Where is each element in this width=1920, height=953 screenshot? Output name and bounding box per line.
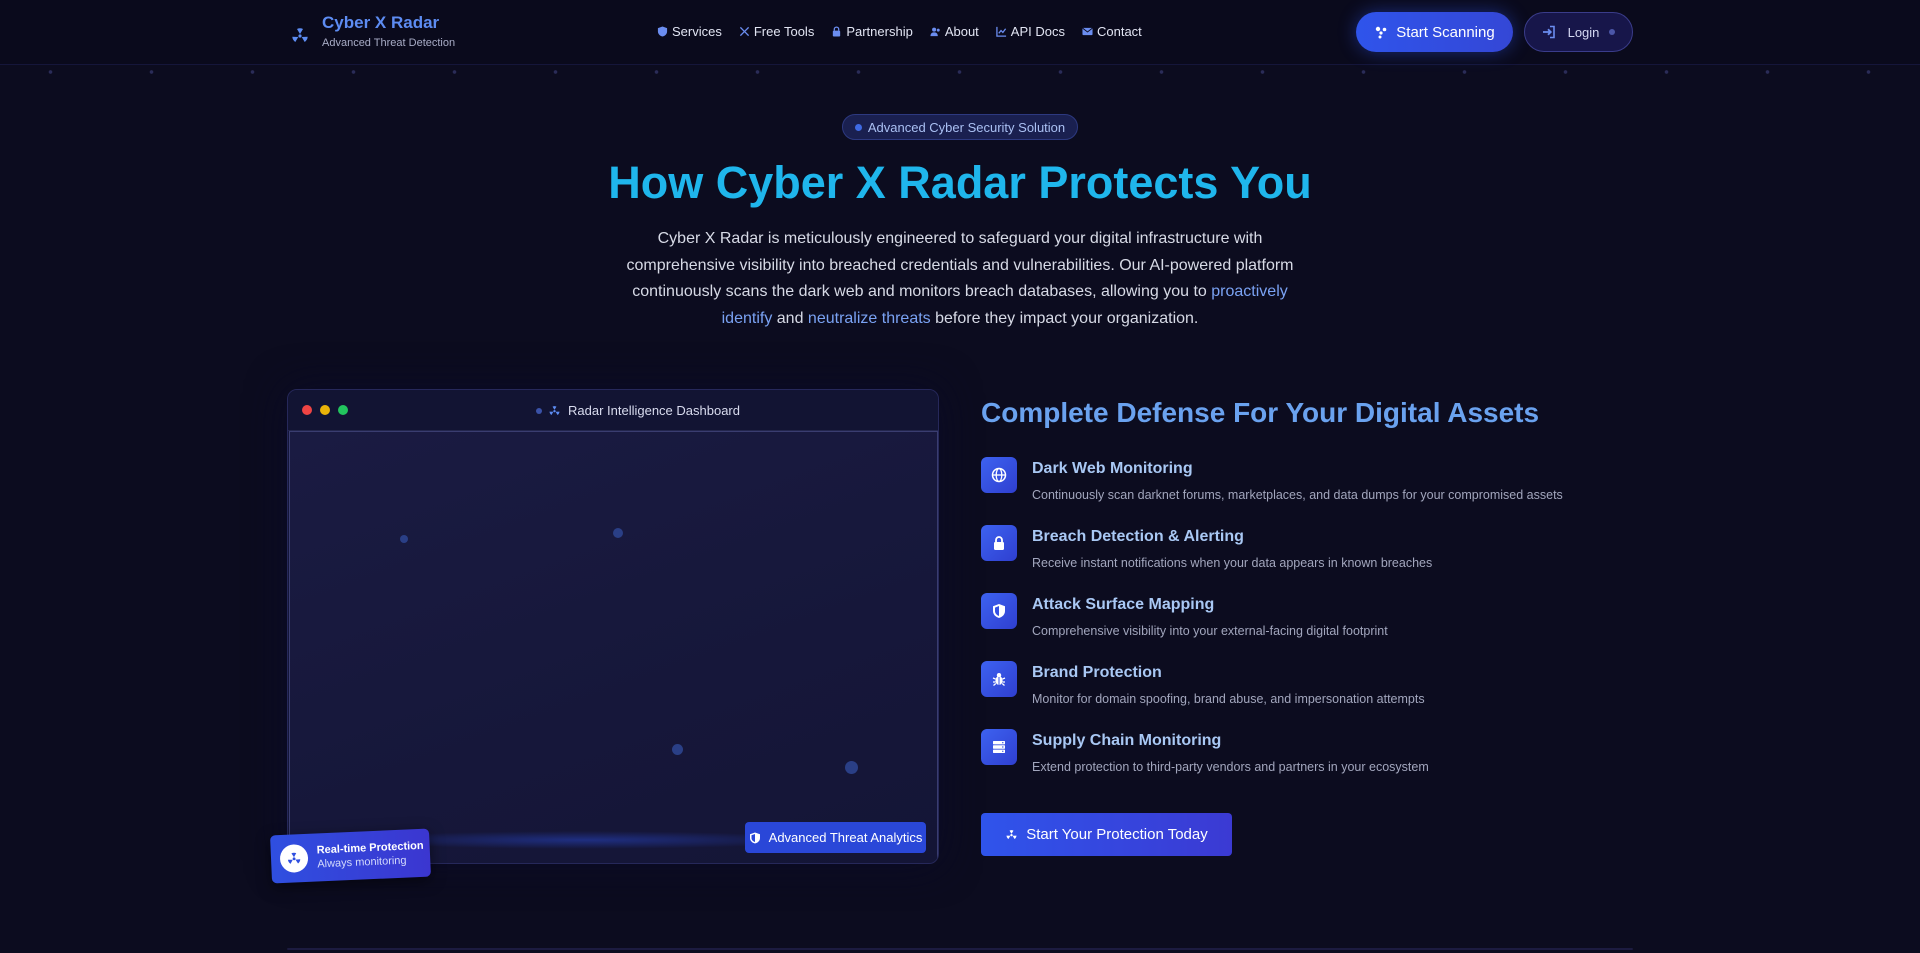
brand-logo[interactable]: Cyber X Radar Advanced Threat Detection (290, 12, 455, 50)
nav-label: Contact (1096, 24, 1142, 39)
nav-services[interactable]: Services (657, 24, 722, 39)
hero-desc-part3: before they impact your organization. (930, 309, 1199, 327)
radar-blip (400, 535, 408, 543)
shield-icon (981, 593, 1017, 629)
envelope-icon (1082, 27, 1093, 36)
window-maximize-dot (338, 405, 348, 415)
radiation-icon (549, 406, 560, 416)
feature-brand-protection: Brand Protection Monitor for domain spoo… (981, 661, 1601, 713)
feature-dark-web-monitoring: Dark Web Monitoring Continuously scan da… (981, 457, 1601, 509)
feature-supply-chain-monitoring: Supply Chain Monitoring Extend protectio… (981, 729, 1601, 781)
nav-label: Free Tools (753, 24, 815, 39)
hero-desc-part2: and (772, 309, 808, 327)
nav-api-docs[interactable]: API Docs (996, 24, 1065, 39)
start-protection-button[interactable]: Start Your Protection Today (981, 813, 1232, 856)
feature-title: Supply Chain Monitoring (1032, 732, 1222, 749)
radar-blip (613, 528, 623, 538)
feature-description: Extend protection to third-party vendors… (1032, 760, 1429, 774)
nav-label: API Docs (1010, 24, 1065, 39)
hero-desc-highlight-2: neutralize threats (807, 309, 931, 327)
login-label: Login (1567, 24, 1600, 40)
feature-description: Receive instant notifications when your … (1032, 556, 1433, 570)
hero-description: Cyber X Radar is meticulously engineered… (610, 226, 1310, 332)
feature-breach-detection: Breach Detection & Alerting Receive inst… (981, 525, 1601, 577)
nav-about[interactable]: About (930, 24, 979, 39)
status-dot (1609, 29, 1616, 35)
globe-icon (981, 457, 1017, 493)
window-close-dot (302, 405, 312, 415)
brand-tagline: Advanced Threat Detection (322, 37, 456, 49)
login-button[interactable]: Login (1524, 12, 1633, 52)
radar-blip (845, 761, 858, 774)
feature-description: Continuously scan darknet forums, market… (1032, 488, 1563, 502)
brand-name: Cyber X Radar (322, 13, 440, 32)
feature-title: Breach Detection & Alerting (1032, 528, 1244, 545)
feature-description: Comprehensive visibility into your exter… (1032, 624, 1388, 638)
hero-desc-part1: Cyber X Radar is meticulously engineered… (626, 230, 1294, 300)
shield-icon (657, 26, 668, 37)
nav-free-tools[interactable]: Free Tools (739, 24, 814, 39)
chart-icon (996, 26, 1006, 37)
features-title: Complete Defense For Your Digital Assets (981, 397, 1540, 428)
radiation-icon (292, 28, 308, 42)
nav-label: About (944, 24, 979, 39)
dashboard-title-label: Radar Intelligence Dashboard (568, 403, 740, 418)
lock-icon (833, 26, 841, 37)
feature-title: Attack Surface Mapping (1032, 596, 1215, 613)
navbar: Cyber X Radar Advanced Threat Detection … (0, 0, 1920, 65)
badge-dot (854, 123, 862, 131)
hero-badge: Advanced Cyber Security Solution (842, 114, 1078, 140)
feature-description: Monitor for domain spoofing, brand abuse… (1032, 692, 1425, 706)
users-icon (930, 27, 940, 37)
advanced-threat-analytics-button[interactable]: Advanced Threat Analytics (745, 822, 926, 853)
start-scanning-button[interactable]: Start Scanning (1356, 12, 1513, 52)
window-minimize-dot (320, 405, 330, 415)
radar-blip (672, 744, 683, 755)
lock-icon (981, 525, 1017, 561)
cta-label: Start Your Protection Today (1026, 826, 1208, 843)
feature-attack-surface-mapping: Attack Surface Mapping Comprehensive vis… (981, 593, 1601, 645)
sign-in-icon (1542, 25, 1555, 39)
radiation-icon (279, 843, 309, 874)
radar-view: Advanced Threat Analytics (289, 431, 938, 863)
dashboard-title: Radar Intelligence Dashboard (536, 403, 740, 418)
realtime-protection-badge: Real-time Protection Always monitoring (270, 828, 431, 884)
nav-partnership[interactable]: Partnership (831, 24, 913, 39)
section-divider (287, 948, 1633, 950)
nav-label: Partnership (846, 24, 913, 39)
nav-contact[interactable]: Contact (1082, 24, 1142, 39)
tools-icon (739, 26, 749, 37)
server-icon (981, 729, 1017, 765)
hero-badge-label: Advanced Cyber Security Solution (867, 119, 1066, 135)
radar-icon (1376, 26, 1387, 39)
hero-title: How Cyber X Radar Protects You (608, 157, 1312, 208)
nav-label: Services (672, 24, 722, 39)
feature-title: Brand Protection (1032, 664, 1162, 681)
analytics-label: Advanced Threat Analytics (768, 830, 923, 845)
bug-icon (981, 661, 1017, 697)
radar-icon (1006, 830, 1017, 840)
radar-dashboard: Radar Intelligence Dashboard Advanced Th… (287, 389, 939, 864)
live-dot (536, 407, 542, 414)
feature-title: Dark Web Monitoring (1032, 460, 1193, 477)
shield-icon (749, 832, 760, 843)
grid-background (0, 70, 1920, 74)
start-scanning-label: Start Scanning (1396, 23, 1495, 41)
main-nav: Services Free Tools Partnership About AP… (657, 24, 1142, 39)
dashboard-titlebar: Radar Intelligence Dashboard (288, 390, 938, 431)
